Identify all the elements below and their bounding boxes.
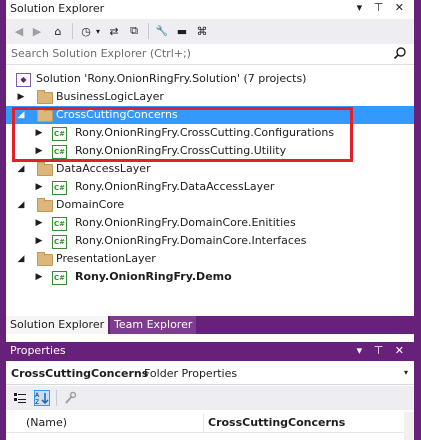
chevron-down-icon[interactable]: ▾ [404,368,408,377]
expand-arrow-icon[interactable]: ▶ [34,218,44,228]
home-icon[interactable]: ⌂ [50,23,66,39]
highlight-box [12,107,353,162]
solution-explorer-titlebar: Solution Explorer ▾ ⊤ ✕ [6,0,414,19]
tree-row-project[interactable]: ▶ C# Rony.OnionRingFry.DataAccessLayer [6,178,414,196]
solution-tree: ◆ Solution 'Rony.OnionRingFry.Solution' … [6,68,414,316]
property-divider [203,414,204,432]
history-icon[interactable]: ◷ [78,23,94,39]
solution-icon: ◆ [16,72,32,87]
svg-text:A: A [35,392,40,399]
back-icon[interactable]: ◀ [12,23,26,39]
folder-open-icon [37,198,53,212]
collapse-arrow-icon[interactable]: ◢ [16,200,26,210]
sync-icon[interactable]: ⇄ [106,23,122,39]
property-grid-scrollbar[interactable] [404,412,414,440]
expand-arrow-icon[interactable]: ▶ [34,182,44,192]
folder-icon [37,90,53,104]
tree-label: DataAccessLayer [56,162,151,175]
tree-row-folder[interactable]: ◢ DataAccessLayer [6,160,414,178]
categorized-icon[interactable] [12,390,28,406]
tree-label: DomainCore [56,198,125,211]
window-frame-right [414,0,421,440]
chevron-down-icon[interactable]: ▾ [94,23,102,39]
alphabetical-sort-icon[interactable]: AZ [34,390,50,406]
property-pages-wrench-icon[interactable] [62,390,78,406]
collapse-arrow-icon[interactable]: ◢ [16,254,26,264]
selected-object-name: CrossCuttingConcerns [11,367,149,380]
tree-row-startup-project[interactable]: ▶ C# Rony.OnionRingFry.Demo [6,268,414,286]
folder-open-icon [37,162,53,176]
window-controls-icon[interactable]: ▾ ⊤ ✕ [357,344,408,357]
selected-object-type: Folder Properties [144,367,238,380]
property-grid: (Name) CrossCuttingConcerns [6,412,414,440]
tree-row-folder[interactable]: ▶ BusinessLogicLayer [6,88,414,106]
tab-solution-explorer[interactable]: Solution Explorer [6,316,109,334]
tree-row-project[interactable]: ▶ C# Rony.OnionRingFry.DomainCore.Enitit… [6,214,414,232]
tree-label: Rony.OnionRingFry.DomainCore.Interfaces [75,234,307,247]
object-selector[interactable]: CrossCuttingConcerns Folder Properties ▾ [6,364,414,385]
svg-text:Z: Z [35,399,39,405]
property-value[interactable]: CrossCuttingConcerns [208,416,345,429]
csharp-project-icon: C# [52,180,68,195]
properties-title: Properties [10,344,66,357]
tree-label: PresentationLayer [56,252,156,265]
search-bar[interactable]: Search Solution Explorer (Ctrl+;) [6,44,414,65]
tree-label: Rony.OnionRingFry.Demo [75,270,232,283]
property-name: (Name) [26,416,68,429]
tree-row-folder[interactable]: ◢ DomainCore [6,196,414,214]
toolbar-separator [56,390,57,406]
tree-row-project[interactable]: ▶ C# Rony.OnionRingFry.DomainCore.Interf… [6,232,414,250]
solution-explorer-title: Solution Explorer [10,2,105,15]
solution-explorer-toolbar: ◀ ▶ ⌂ ◷ ▾ ⇄ ⧉ 🔧 ▬ ⌘ [6,19,414,45]
properties-wrench-icon[interactable]: 🔧 [154,23,170,39]
tool-window-tabs: Solution Explorer Team Explorer [6,316,414,334]
collapse-all-icon[interactable]: ▬ [174,23,190,39]
class-diagram-icon[interactable]: ⌘ [194,23,210,39]
tree-label: Solution 'Rony.OnionRingFry.Solution' (7… [36,72,307,85]
tree-row-solution[interactable]: ◆ Solution 'Rony.OnionRingFry.Solution' … [6,70,414,88]
tree-label: Rony.OnionRingFry.DataAccessLayer [75,180,275,193]
csharp-project-icon: C# [52,216,68,231]
collapse-arrow-icon[interactable]: ◢ [16,164,26,174]
property-row[interactable]: (Name) CrossCuttingConcerns [6,414,406,433]
copy-icon[interactable]: ⧉ [126,23,142,39]
expand-arrow-icon[interactable]: ▶ [34,272,44,282]
forward-icon[interactable]: ▶ [30,23,44,39]
csharp-project-icon: C# [52,270,68,285]
tree-label: BusinessLogicLayer [56,90,164,103]
search-input[interactable]: Search Solution Explorer (Ctrl+;) [11,47,191,60]
search-icon[interactable] [393,46,407,63]
tree-label: Rony.OnionRingFry.DomainCore.Enitities [75,216,296,229]
window-controls-icon[interactable]: ▾ ⊤ ✕ [357,1,408,14]
folder-open-icon [37,252,53,266]
expand-arrow-icon[interactable]: ▶ [34,236,44,246]
toolbar-separator [72,23,73,39]
expand-arrow-icon[interactable]: ▶ [16,92,26,102]
toolbar-separator [148,23,149,39]
properties-titlebar: Properties ▾ ⊤ ✕ [6,342,414,361]
tree-row-folder[interactable]: ◢ PresentationLayer [6,250,414,268]
properties-toolbar: AZ [6,386,414,410]
tab-team-explorer[interactable]: Team Explorer [110,316,197,334]
csharp-project-icon: C# [52,234,68,249]
